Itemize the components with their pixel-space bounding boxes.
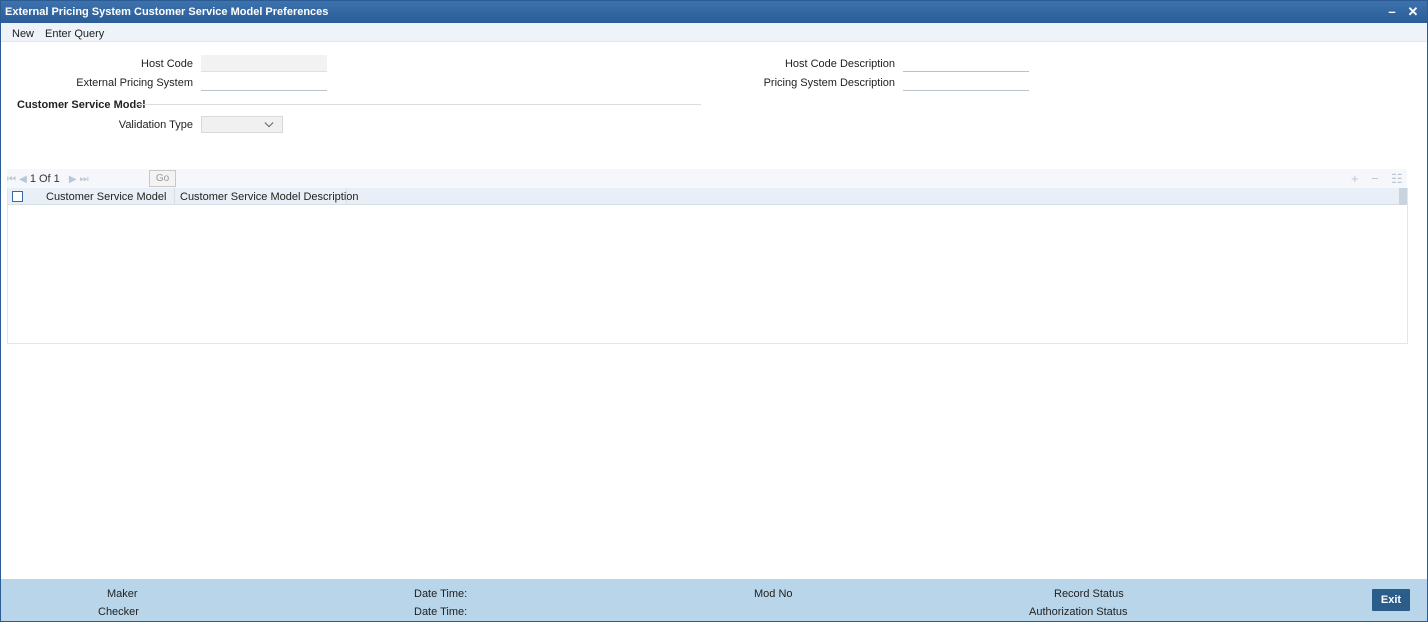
host-code-label: Host Code <box>141 58 193 70</box>
section-title: Customer Service Model <box>17 99 146 111</box>
pager: ⏮ ◀ 1 Of 1 ▶ ⏭ <box>7 173 89 185</box>
audit-footer: Maker Checker Date Time: Date Time: Mod … <box>1 579 1427 621</box>
title-bar: External Pricing System Customer Service… <box>1 1 1427 23</box>
page-indicator: 1 Of 1 <box>29 173 60 185</box>
menu-bar: New Enter Query <box>1 23 1427 42</box>
select-all-checkbox[interactable] <box>12 191 23 202</box>
next-page-icon[interactable]: ▶ <box>69 174 77 185</box>
prev-page-icon[interactable]: ◀ <box>19 174 27 185</box>
close-icon[interactable]: ✕ <box>1405 4 1421 20</box>
minimize-icon[interactable]: – <box>1384 4 1400 20</box>
grid-scrollbar[interactable] <box>1399 188 1407 205</box>
first-page-icon[interactable]: ⏮ <box>7 174 16 185</box>
menu-enter-query[interactable]: Enter Query <box>45 28 104 40</box>
grid-header: Customer Service Model Customer Service … <box>8 188 1400 205</box>
pricing-system-description-label: Pricing System Description <box>763 77 895 89</box>
column-separator <box>346 188 347 205</box>
section-divider <box>137 104 701 105</box>
exit-button[interactable]: Exit <box>1372 589 1410 611</box>
column-separator <box>174 188 175 205</box>
pricing-system-description-field[interactable] <box>903 74 1029 91</box>
data-grid: Customer Service Model Customer Service … <box>7 188 1408 344</box>
menu-new[interactable]: New <box>12 28 34 40</box>
host-code-field <box>201 55 327 72</box>
last-page-icon[interactable]: ⏭ <box>80 174 89 185</box>
host-code-description-label: Host Code Description <box>784 58 895 70</box>
delete-row-icon[interactable]: − <box>1371 171 1379 186</box>
window: External Pricing System Customer Service… <box>0 0 1428 622</box>
authorization-status-label: Authorization Status <box>1029 606 1128 618</box>
record-status-label: Record Status <box>1054 588 1124 600</box>
maker-date-time-label: Date Time: <box>414 588 468 600</box>
checker-label: Checker <box>98 606 139 618</box>
window-title: External Pricing System Customer Service… <box>5 6 329 18</box>
column-header-customer-service-model-description[interactable]: Customer Service Model Description <box>180 191 359 203</box>
validation-type-label: Validation Type <box>118 119 193 131</box>
add-row-icon[interactable]: + <box>1351 171 1359 186</box>
chevron-down-icon <box>264 122 274 128</box>
checker-date-time-label: Date Time: <box>414 606 468 618</box>
external-pricing-system-field[interactable] <box>201 74 327 91</box>
mod-no-label: Mod No <box>754 588 793 600</box>
host-code-description-field[interactable] <box>903 55 1029 72</box>
grid-toolbar <box>7 169 1407 188</box>
go-button[interactable]: Go <box>149 170 176 187</box>
maker-label: Maker <box>107 588 138 600</box>
column-header-customer-service-model[interactable]: Customer Service Model <box>46 191 166 203</box>
validation-type-select[interactable] <box>201 116 283 133</box>
list-view-icon[interactable]: ☷ <box>1391 171 1403 187</box>
external-pricing-system-label: External Pricing System <box>76 77 193 89</box>
